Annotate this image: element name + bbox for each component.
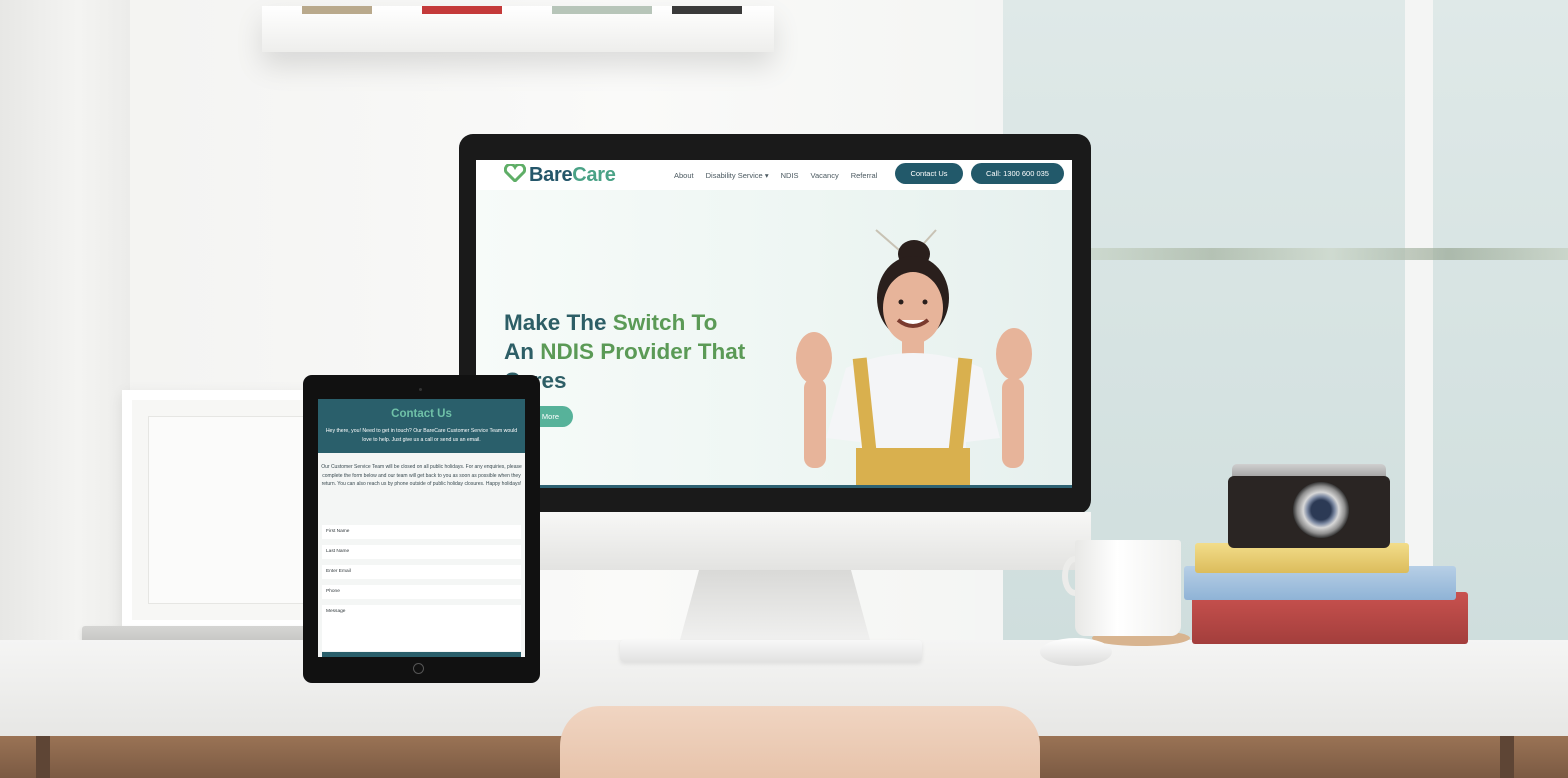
nav-referral[interactable]: Referral <box>851 171 878 180</box>
logo-text-bare: Bare <box>529 163 573 186</box>
nav-ndis[interactable]: NDIS <box>781 171 799 180</box>
website-screen: BareCare About Disability Service ▾ NDIS… <box>476 160 1072 488</box>
picture-frame <box>122 390 332 630</box>
logo-text-care: Care <box>572 163 616 186</box>
first-name-field[interactable]: First Name <box>322 525 521 539</box>
window-frame <box>1405 0 1433 640</box>
shelf-item <box>302 6 372 14</box>
hero-title-highlight: Switch To <box>612 310 718 335</box>
nav-links: About Disability Service ▾ NDIS Vacancy … <box>674 160 877 190</box>
site-navbar: BareCare About Disability Service ▾ NDIS… <box>476 160 1072 190</box>
hero-title-highlight: NDIS Provider That <box>540 339 746 364</box>
imac-chin <box>459 512 1091 570</box>
logo-text: BareCare <box>529 164 616 187</box>
hero-bottom-bar <box>476 485 1072 488</box>
wall-shelf <box>262 6 774 52</box>
contact-subtitle: Hey there, you! Need to get in touch? Ou… <box>325 428 518 443</box>
barecare-logo[interactable]: BareCare <box>503 162 616 187</box>
shelf-item <box>672 6 742 14</box>
desk-leg <box>1500 736 1514 778</box>
desk-leg <box>36 736 50 778</box>
heart-icon <box>503 162 527 186</box>
imac-stand <box>680 570 870 640</box>
hero-title-text: An <box>504 339 541 364</box>
phone-field[interactable]: Phone <box>322 585 521 599</box>
wall-pillar <box>0 0 130 640</box>
chevron-down-icon: ▾ <box>764 170 769 180</box>
nav-vacancy[interactable]: Vacancy <box>811 171 839 180</box>
hero-section: Make The Switch To An NDIS Provider That… <box>476 190 1072 488</box>
chair <box>560 706 1040 778</box>
message-field[interactable]: Message <box>322 605 521 651</box>
hero-title-text: Make The <box>504 310 613 335</box>
hero-title: Make The Switch To An NDIS Provider That… <box>504 308 794 395</box>
mouse <box>1040 638 1112 666</box>
email-field[interactable]: Enter Email <box>322 565 521 579</box>
last-name-field[interactable]: Last Name <box>322 545 521 559</box>
coffee-mug <box>1075 540 1181 636</box>
contact-us-button[interactable]: Contact Us <box>895 163 963 184</box>
keyboard <box>620 640 922 662</box>
nav-disability-service[interactable]: Disability Service ▾ <box>706 171 769 180</box>
camera-lens <box>1293 482 1349 538</box>
contact-header: Contact Us Hey there, you! Need to get i… <box>318 399 525 453</box>
hero-person-image <box>796 229 1032 488</box>
tablet-contact-page: Contact Us Hey there, you! Need to get i… <box>318 399 525 657</box>
contact-title: Contact Us <box>391 408 452 420</box>
shelf-item <box>422 6 502 14</box>
call-button[interactable]: Call: 1300 600 035 <box>971 163 1064 184</box>
desk-scene: BareCare About Disability Service ▾ NDIS… <box>0 0 1568 778</box>
shelf-item <box>552 6 652 14</box>
tablet-home-button[interactable] <box>413 663 424 674</box>
holiday-notice: Our Customer Service Team will be closed… <box>321 464 522 487</box>
submit-button[interactable] <box>322 652 521 657</box>
tablet-camera <box>419 388 422 391</box>
nav-disability-service-label: Disability Service <box>705 170 763 180</box>
nav-about[interactable]: About <box>674 171 694 180</box>
